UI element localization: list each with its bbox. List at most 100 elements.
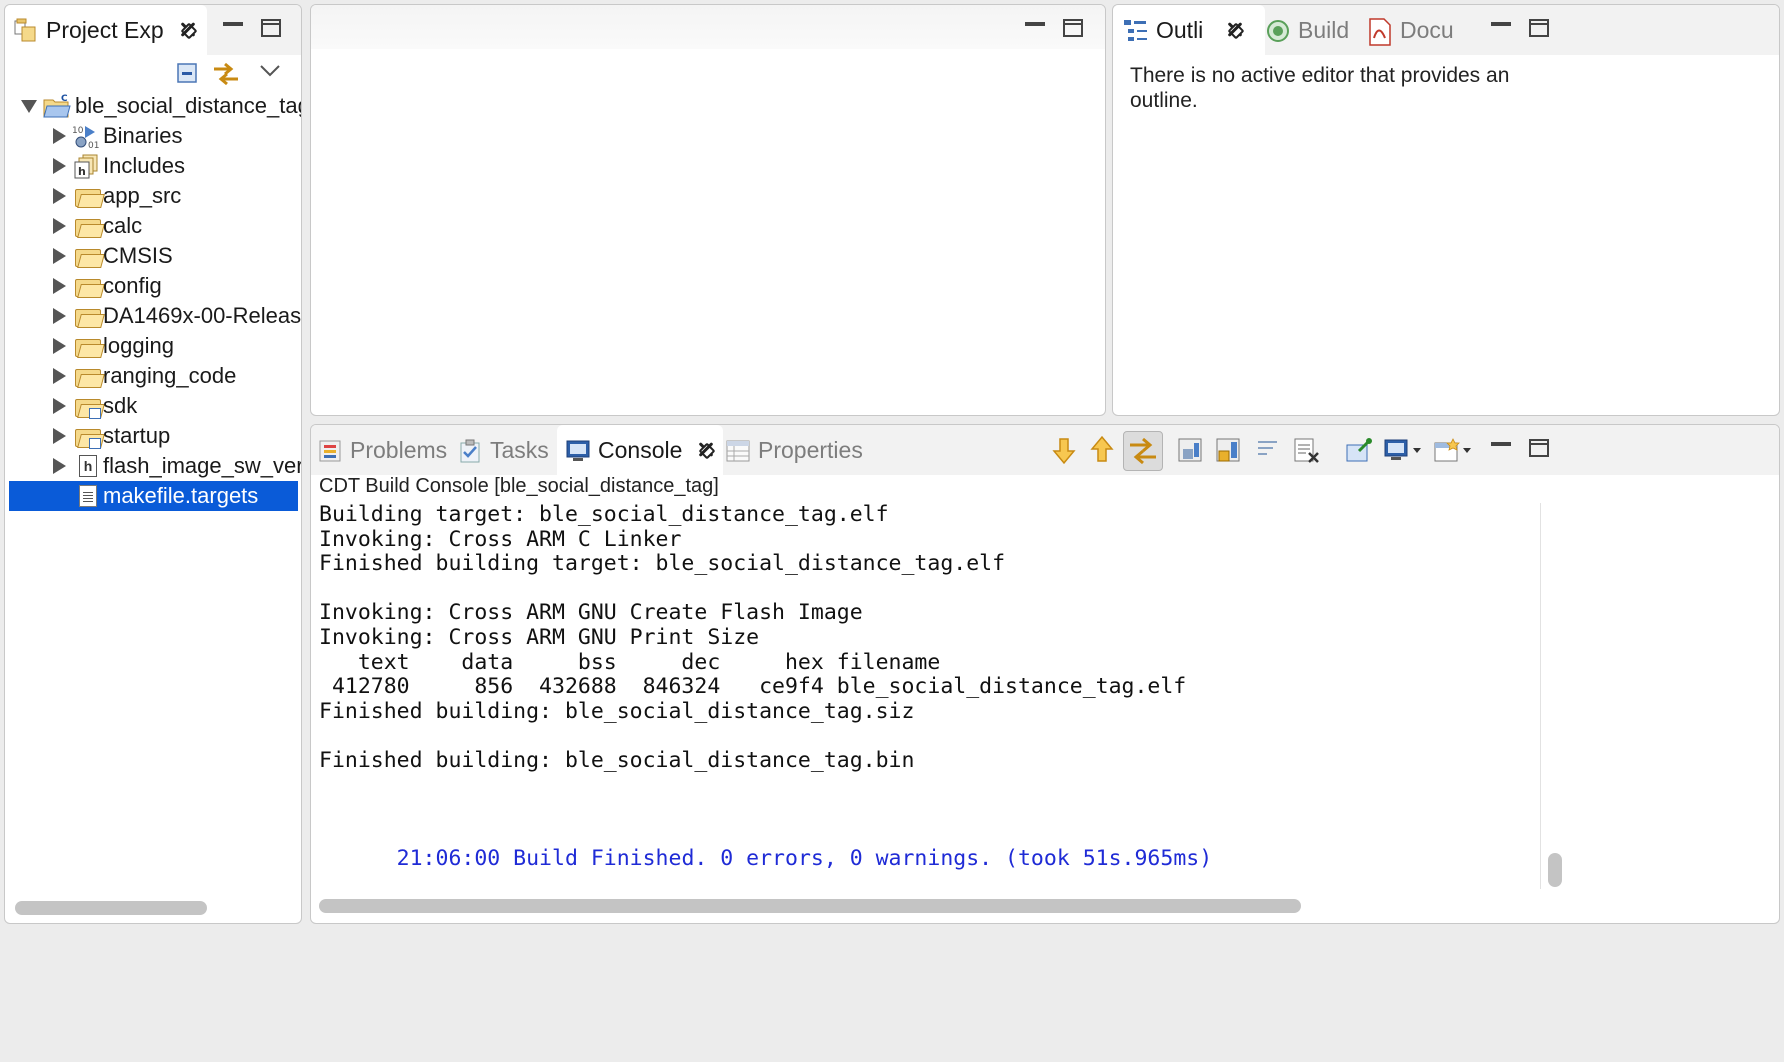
console-icon (565, 438, 590, 462)
tab-docu-label: Docu (1400, 16, 1454, 43)
tree-item-folder[interactable]: app_src (5, 181, 301, 211)
tree-item-label: DA1469x-00-Release (103, 303, 301, 328)
close-icon[interactable] (1225, 20, 1245, 40)
maximize-button[interactable] (1063, 19, 1083, 37)
folder-icon (75, 217, 105, 238)
tree-item-folder[interactable]: CMSIS (5, 241, 301, 271)
collapse-all-icon[interactable] (175, 61, 201, 87)
tree-item-label: CMSIS (103, 243, 173, 268)
arrow-down-icon[interactable] (1051, 437, 1077, 465)
minimize-button[interactable] (1025, 22, 1045, 26)
tab-tasks[interactable]: Tasks (457, 425, 549, 475)
console-line: text data bss dec hex filename (319, 649, 941, 675)
tree-item-label: config (103, 273, 162, 298)
scroll-lock-icon[interactable] (1177, 437, 1203, 463)
view-menu-chevron-down-icon[interactable] (259, 63, 285, 89)
tree-item-folder[interactable]: config (5, 271, 301, 301)
console-line: Building target: ble_social_distance_tag… (319, 502, 889, 527)
maximize-button[interactable] (1529, 19, 1549, 37)
svg-text:10: 10 (72, 126, 84, 136)
c-project-icon: C (43, 93, 71, 119)
link-toggle-button[interactable] (1123, 431, 1163, 471)
tab-console[interactable]: Console (557, 425, 723, 475)
tab-properties[interactable]: Properties (725, 425, 863, 475)
tree-item-label: ble_social_distance_tag (75, 93, 302, 118)
tree-item-label: sdk (103, 393, 138, 418)
tree-item-source-folder[interactable]: startup (5, 421, 301, 451)
expand-toggle[interactable] (53, 398, 66, 414)
expand-toggle[interactable] (53, 128, 66, 144)
expand-toggle[interactable] (53, 338, 66, 354)
display-console-icon[interactable] (1383, 437, 1427, 463)
svg-text:01: 01 (88, 141, 99, 150)
console-line: Finished building: ble_social_distance_t… (319, 747, 915, 773)
folder-icon (75, 367, 105, 388)
console-line: Finished building: ble_social_distance_t… (319, 698, 915, 724)
document-pdf-icon (1367, 18, 1391, 46)
problems-icon (317, 438, 341, 462)
minimize-button[interactable] (223, 22, 243, 26)
tab-project-explorer[interactable]: Project Exp (5, 5, 207, 55)
tree-item-selected[interactable]: makefile.targets (9, 481, 298, 511)
tab-properties-label: Properties (758, 436, 863, 463)
tree-item-label: makefile.targets (103, 483, 259, 508)
scrollbar-track-divider (1540, 503, 1541, 889)
tab-documentation[interactable]: Docu (1367, 5, 1454, 55)
tree-item-folder[interactable]: ranging_code (5, 361, 301, 391)
link-with-editor-icon[interactable] (211, 61, 238, 87)
expand-toggle[interactable] (53, 428, 66, 444)
properties-icon (725, 438, 750, 462)
vertical-scrollbar[interactable] (1548, 853, 1562, 887)
arrow-up-icon[interactable] (1089, 435, 1115, 462)
console-line: Invoking: Cross ARM GNU Print Size (319, 624, 760, 650)
tree-item-includes[interactable]: h Includes (5, 151, 301, 181)
tab-problems[interactable]: Problems (317, 425, 447, 475)
tab-project-explorer-label: Project Exp (46, 16, 164, 43)
tab-build-targets[interactable]: Build (1265, 5, 1349, 55)
expand-toggle[interactable] (53, 458, 66, 474)
source-folder-icon (75, 427, 105, 449)
tree-item-binaries[interactable]: 10 01 Binaries (5, 121, 301, 151)
pin-console-icon[interactable] (1345, 437, 1372, 463)
project-explorer-tabbar: Project Exp (5, 5, 301, 55)
binaries-icon: 10 01 (71, 124, 99, 151)
minimize-button[interactable] (1491, 22, 1511, 26)
tab-console-label: Console (598, 436, 683, 463)
tree-item-project[interactable]: C ble_social_distance_tag (5, 91, 301, 121)
new-console-icon[interactable] (1433, 437, 1477, 463)
maximize-button[interactable] (1529, 439, 1549, 457)
console-panel: Problems Tasks Console Properties CDT Bu… (310, 424, 1780, 924)
tree-item-folder[interactable]: calc (5, 211, 301, 241)
tree-item-folder[interactable]: DA1469x-00-Release (5, 301, 301, 331)
close-icon[interactable] (696, 440, 716, 460)
tree-item-label: startup (103, 423, 171, 448)
expand-toggle[interactable] (53, 248, 66, 264)
expand-toggle[interactable] (53, 278, 66, 294)
clear-console-icon[interactable] (1293, 437, 1319, 463)
expand-toggle[interactable] (53, 158, 66, 174)
expand-toggle[interactable] (21, 100, 37, 113)
maximize-button[interactable] (261, 19, 281, 37)
minimize-button[interactable] (1491, 442, 1511, 446)
pin-lock-icon[interactable] (1215, 437, 1241, 463)
tab-outline[interactable]: Outli (1113, 5, 1265, 55)
tree-item-source-folder[interactable]: sdk (5, 391, 301, 421)
horizontal-scrollbar[interactable] (319, 899, 1301, 913)
horizontal-scrollbar[interactable] (15, 901, 207, 915)
tree-item-header-file[interactable]: h flash_image_sw_version.h (5, 451, 301, 481)
expand-toggle[interactable] (53, 308, 66, 324)
console-line: Invoking: Cross ARM GNU Create Flash Ima… (319, 600, 863, 626)
expand-toggle[interactable] (53, 188, 66, 204)
folder-icon (75, 247, 105, 268)
close-icon[interactable] (178, 20, 198, 40)
expand-toggle[interactable] (53, 218, 66, 234)
tab-build-label: Build (1298, 16, 1350, 43)
tab-problems-label: Problems (350, 436, 448, 463)
build-finished-line: 21:06:00 Build Finished. 0 errors, 0 war… (396, 845, 1213, 871)
file-icon (79, 485, 97, 507)
console-output[interactable]: Building target: ble_social_distance_tag… (311, 502, 1541, 895)
word-wrap-icon[interactable] (1255, 437, 1281, 463)
expand-toggle[interactable] (53, 368, 66, 384)
tree-item-folder[interactable]: logging (5, 331, 301, 361)
